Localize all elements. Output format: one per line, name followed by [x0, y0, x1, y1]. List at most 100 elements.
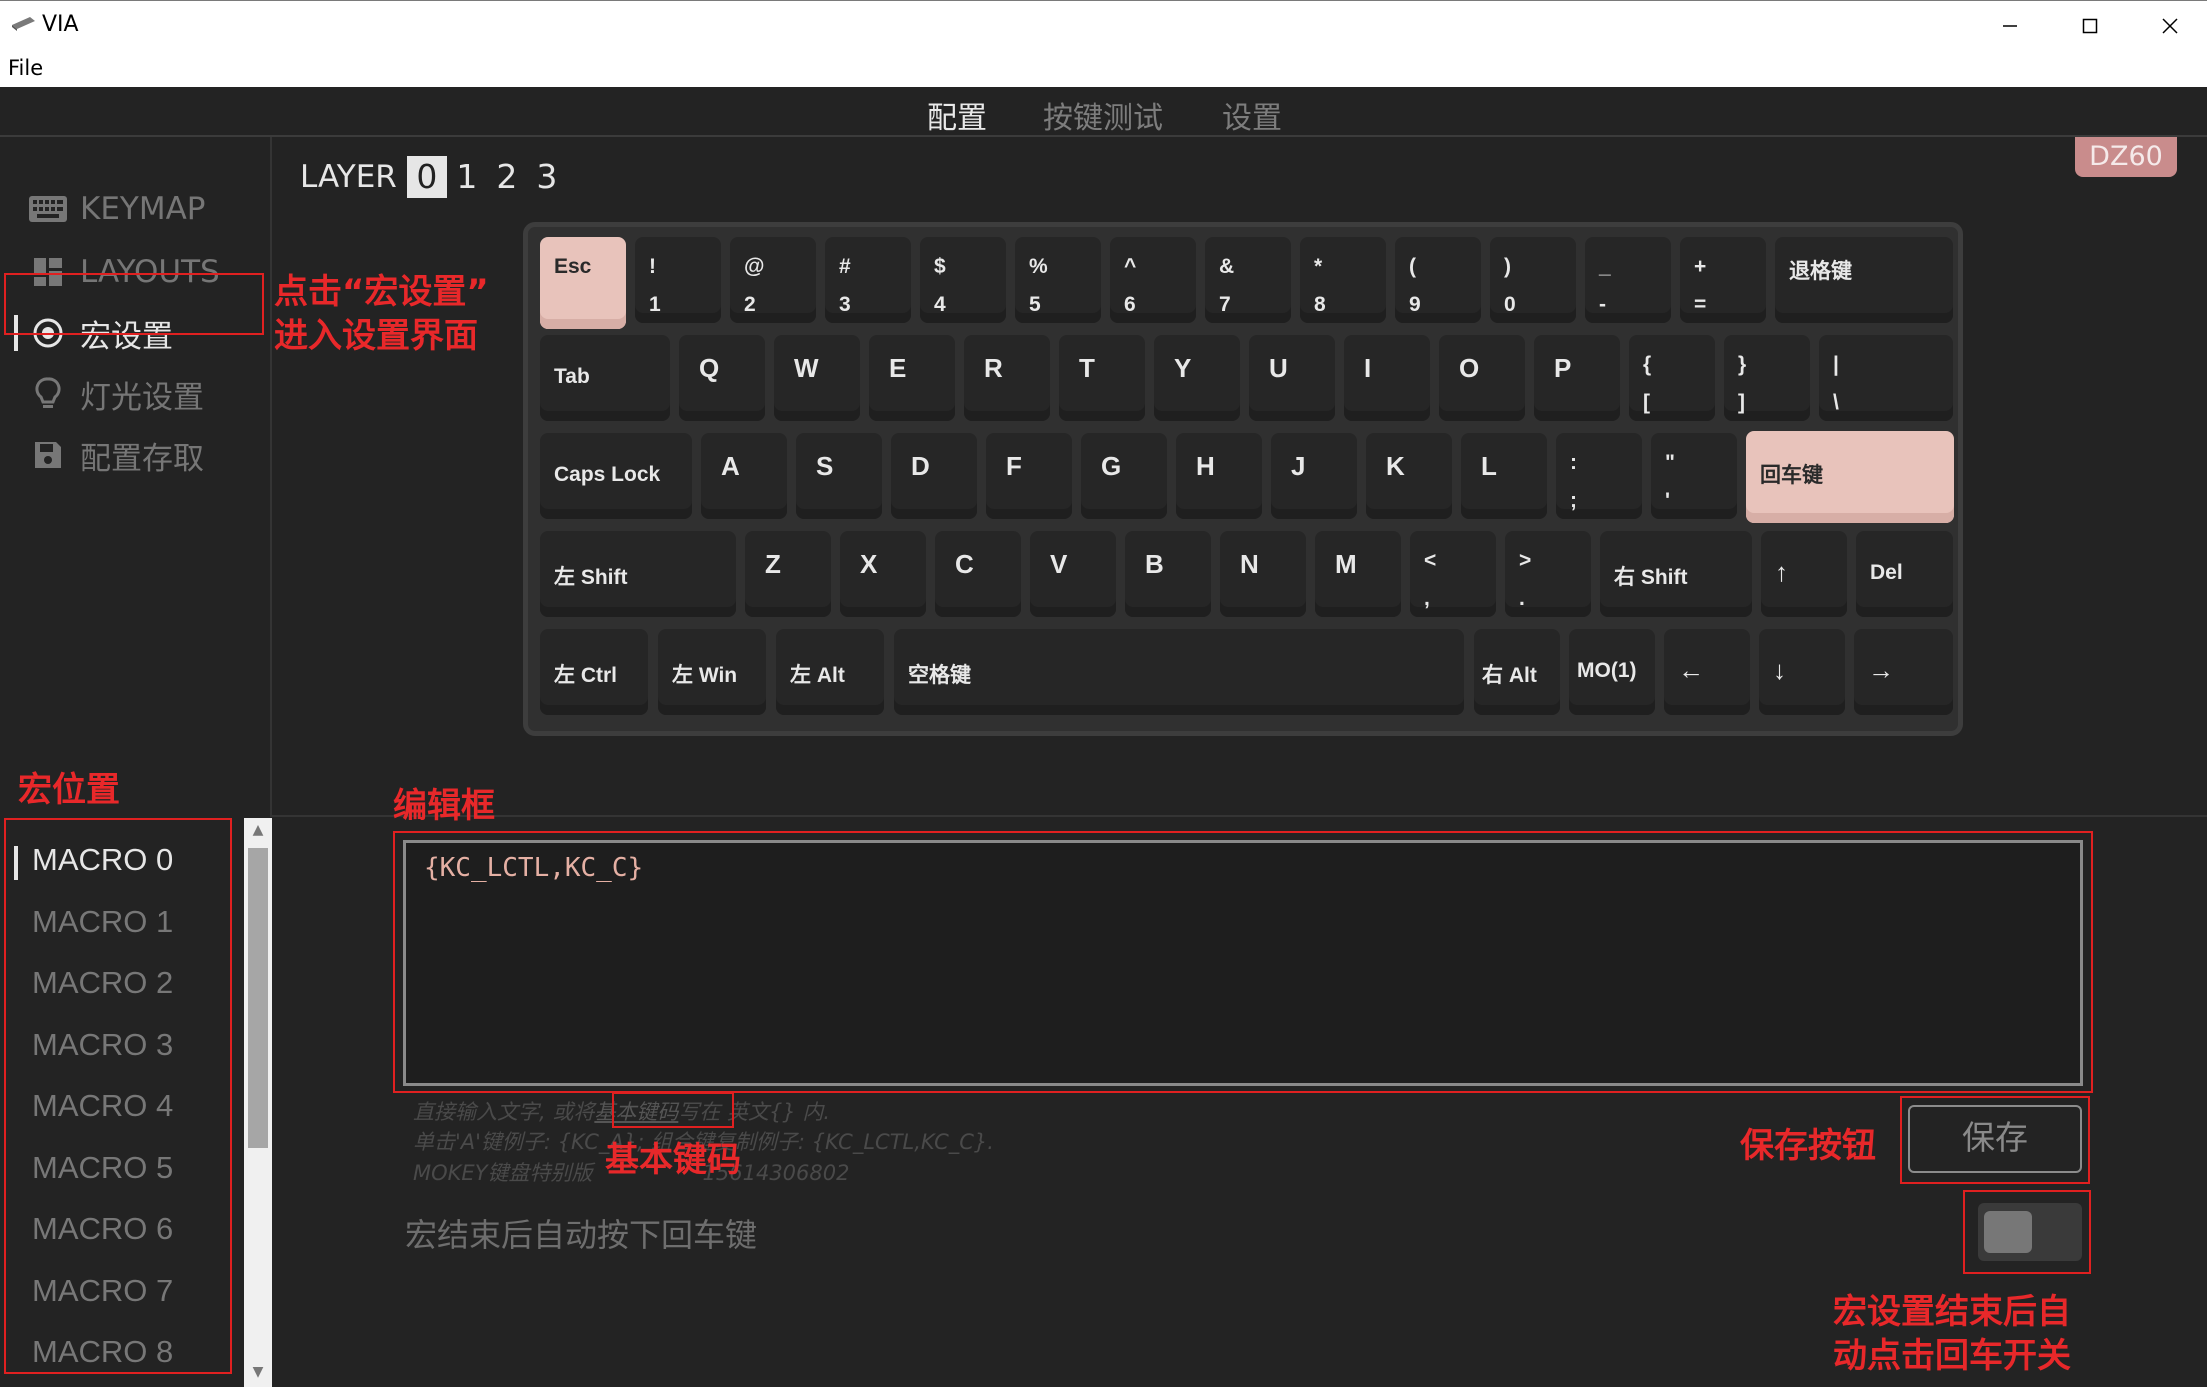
key[interactable]: ! 1 [635, 237, 721, 323]
key-caps-lock[interactable]: Caps Lock [540, 433, 692, 519]
key[interactable]: N [1220, 531, 1306, 617]
key[interactable]: Q [679, 335, 765, 421]
sidebar-item-label: 灯光设置 [80, 379, 204, 416]
key[interactable]: ) 0 [1490, 237, 1576, 323]
key[interactable]: T [1059, 335, 1145, 421]
tab-key-test[interactable]: 按键测试 [1043, 93, 1163, 137]
key-left-shift[interactable]: 左 Shift [540, 531, 736, 617]
close-button[interactable] [2130, 1, 2207, 51]
key[interactable]: P [1534, 335, 1620, 421]
key[interactable]: I [1344, 335, 1430, 421]
annotation-box-editor [393, 831, 2093, 1093]
key[interactable]: * 8 [1300, 237, 1386, 323]
key[interactable]: (9 [1395, 237, 1481, 323]
menu-bar: File [0, 50, 2207, 87]
sidebar-item-label: 配置存取 [80, 440, 204, 477]
annotation-macro-settings: 点击“宏设置” 进入设置界面 [274, 272, 489, 357]
key[interactable]: K [1366, 433, 1452, 519]
key[interactable]: J [1271, 433, 1357, 519]
key-left-ctrl[interactable]: 左 Ctrl [540, 629, 648, 715]
key[interactable]: & 7 [1205, 237, 1291, 323]
key[interactable]: $4 [920, 237, 1006, 323]
close-icon [2162, 18, 2178, 34]
tab-config[interactable]: 配置 [927, 93, 987, 137]
key[interactable]: W [774, 335, 860, 421]
key[interactable]: F [986, 433, 1072, 519]
auto-enter-label: 宏结束后自动按下回车键 [405, 1216, 758, 1254]
key-esc[interactable]: Esc [540, 237, 626, 329]
key-arrow-up[interactable]: ↑ [1761, 531, 1847, 617]
key[interactable]: A [701, 433, 787, 519]
key[interactable]: C [935, 531, 1021, 617]
layer-button-1[interactable]: 1 [447, 156, 487, 198]
key[interactable]: E [869, 335, 955, 421]
key-delete[interactable]: Del [1856, 531, 1953, 617]
key[interactable]: R [964, 335, 1050, 421]
key[interactable]: >. [1505, 531, 1591, 617]
sidebar: KEYMAP LAYOUTS 宏设置 灯光设置 配置存取 [0, 137, 272, 817]
sidebar-item-lighting[interactable]: 灯光设置 [0, 366, 272, 422]
key-left-win[interactable]: 左 Win [658, 629, 766, 715]
scroll-thumb[interactable] [248, 848, 268, 1148]
layer-label: LAYER [300, 159, 397, 195]
key[interactable]: Y [1154, 335, 1240, 421]
key[interactable]: #3 [825, 237, 911, 323]
key[interactable]: {[ [1629, 335, 1715, 421]
macro-list-scrollbar[interactable]: ▲ ▼ [244, 818, 272, 1387]
key[interactable]: O [1439, 335, 1525, 421]
key[interactable]: L [1461, 433, 1547, 519]
maximize-button[interactable] [2050, 1, 2130, 51]
tab-settings[interactable]: 设置 [1222, 93, 1282, 137]
annotation-auto-enter: 宏设置结束后自 动点击回车开关 [1833, 1292, 2071, 1377]
scroll-up-icon[interactable]: ▲ [250, 822, 266, 838]
key[interactable]: B [1125, 531, 1211, 617]
key-mo1[interactable]: MO(1) [1569, 629, 1655, 715]
key[interactable]: S [796, 433, 882, 519]
menu-file[interactable]: File [8, 56, 43, 80]
key-backspace[interactable]: 退格键 [1775, 237, 1953, 323]
scroll-down-icon[interactable]: ▼ [250, 1364, 266, 1380]
annotation-basic-keycode: 基本键码 [605, 1140, 741, 1180]
sidebar-item-save-load[interactable]: 配置存取 [0, 427, 272, 483]
key[interactable]: }] [1724, 335, 1810, 421]
annotation-box-save-button [1900, 1096, 2090, 1184]
key[interactable]: D [891, 433, 977, 519]
key[interactable]: ^ 6 [1110, 237, 1196, 323]
key-arrow-left[interactable]: ← [1664, 629, 1750, 715]
minimize-button[interactable] [1970, 1, 2050, 51]
key-space[interactable]: 空格键 [894, 629, 1464, 715]
annotation-box-basic-keycode [612, 1092, 734, 1128]
key[interactable]: M [1315, 531, 1401, 617]
key[interactable]: @2 [730, 237, 816, 323]
key[interactable]: + = [1680, 237, 1766, 323]
key-right-alt[interactable]: 右 Alt [1474, 629, 1560, 715]
layer-button-0[interactable]: 0 [406, 156, 447, 198]
key[interactable]: " ' [1651, 433, 1737, 519]
key-enter[interactable]: 回车键 [1746, 431, 1954, 523]
key[interactable]: H [1176, 433, 1262, 519]
key-arrow-right[interactable]: → [1854, 629, 1953, 715]
key[interactable]: G [1081, 433, 1167, 519]
key-right-shift[interactable]: 右 Shift [1600, 531, 1752, 617]
key[interactable]: <, [1410, 531, 1496, 617]
key-tab[interactable]: Tab [540, 335, 670, 421]
key-arrow-down[interactable]: ↓ [1759, 629, 1845, 715]
sidebar-item-keymap[interactable]: KEYMAP [0, 181, 272, 237]
key-left-alt[interactable]: 左 Alt [776, 629, 884, 715]
layer-selector: LAYER 0 1 2 3 [300, 155, 567, 199]
key[interactable]: V [1030, 531, 1116, 617]
key[interactable]: :; [1556, 433, 1642, 519]
sidebar-item-label: KEYMAP [80, 191, 206, 227]
key[interactable]: U [1249, 335, 1335, 421]
layer-button-2[interactable]: 2 [487, 156, 527, 198]
window-title: VIA [42, 12, 79, 37]
key[interactable]: Z [745, 531, 831, 617]
key[interactable]: % 5 [1015, 237, 1101, 323]
key[interactable]: _ - [1585, 237, 1671, 323]
maximize-icon [2082, 18, 2098, 34]
key[interactable]: X [840, 531, 926, 617]
annotation-editor-box: 编辑框 [393, 786, 495, 826]
layer-button-3[interactable]: 3 [527, 156, 567, 198]
device-badge: DZ60 [2075, 137, 2177, 177]
key[interactable]: | \ [1819, 335, 1953, 421]
